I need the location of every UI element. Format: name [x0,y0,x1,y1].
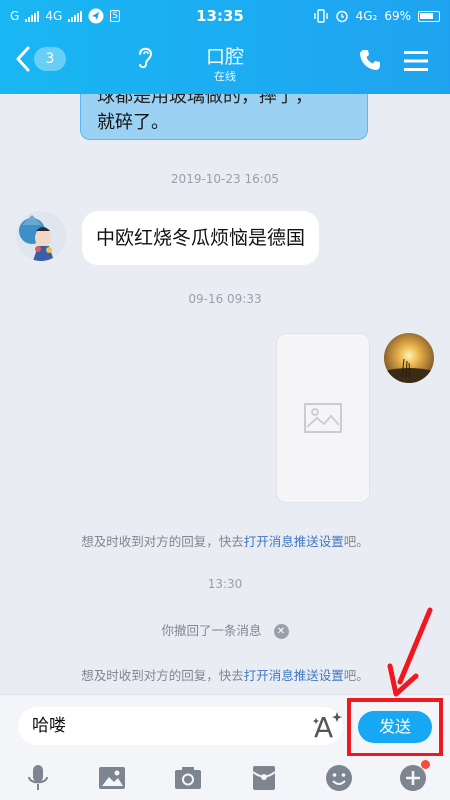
status-bar: G 4G S 13:35 4G₂ 69% [0,0,450,32]
image-placeholder-icon [304,403,342,433]
vibrate-icon [313,9,328,23]
open-push-settings-link[interactable]: 打开消息推送设置 [244,668,344,683]
online-status: 在线 [214,70,236,83]
red-packet-icon[interactable] [250,764,278,792]
emoji-icon[interactable] [325,764,353,792]
bottom-toolbar [0,756,450,800]
message-input[interactable]: 哈喽 [18,707,343,745]
notification-dot [421,760,430,769]
message-text-line: 球都是用玻璃做的，摔了， [97,94,313,107]
network-label: 4G [45,9,63,23]
camera-icon[interactable] [174,764,202,792]
network-type: 4G₂ [355,9,378,23]
sim-icon: S [110,10,120,22]
annotation-arrow [387,607,433,697]
carrier-label: G [10,9,20,23]
outgoing-message-bubble[interactable]: 球都是用玻璃做的，摔了， 就碎了。 [80,94,368,140]
message-text-line: 就碎了。 [97,112,169,133]
svg-text:A: A [314,711,333,741]
notice-suffix: 吧。 [343,534,369,549]
contact-avatar[interactable] [16,211,66,261]
image-icon[interactable] [98,764,126,792]
recall-notice: 你撤回了一条消息 ✕ [0,620,450,639]
image-message[interactable] [276,333,370,503]
notice-text: 想及时收到对方的回复，快去 [81,534,244,549]
phone-icon[interactable] [358,48,382,72]
recall-text: 你撤回了一条消息 [161,623,262,638]
menu-icon[interactable] [404,50,428,72]
message-timestamp: 13:30 [207,577,243,591]
message-timestamp: 2019-10-23 16:05 [170,172,280,186]
alarm-icon [335,10,348,23]
app-notification-icon [88,8,104,24]
clock: 13:35 [196,7,244,25]
push-settings-notice: 想及时收到对方的回复，快去打开消息推送设置吧。 [0,665,450,684]
microphone-icon[interactable] [24,764,52,792]
notice-text: 想及时收到对方的回复，快去 [81,668,244,683]
message-timestamp: 09-16 09:33 [188,292,262,306]
message-text: 中欧红烧冬瓜烦恼是德国 [96,227,306,249]
open-push-settings-link[interactable]: 打开消息推送设置 [244,534,344,549]
battery-icon [418,10,440,22]
contact-name: 口腔 [205,46,244,68]
chat-header: G 4G S 13:35 4G₂ 69% 3 口腔 在线 [0,0,450,94]
user-avatar[interactable] [384,333,434,383]
font-style-icon[interactable]: A [310,709,344,741]
incoming-message-bubble[interactable]: 中欧红烧冬瓜烦恼是德国 [82,211,320,265]
send-button-highlight [347,698,443,757]
battery-percent: 69% [384,9,411,23]
close-icon[interactable]: ✕ [273,624,289,639]
signal-icon [25,10,40,22]
notice-suffix: 吧。 [343,668,369,683]
push-settings-notice: 想及时收到对方的回复，快去打开消息推送设置吧。 [0,531,450,550]
signal-icon-2 [68,10,83,22]
